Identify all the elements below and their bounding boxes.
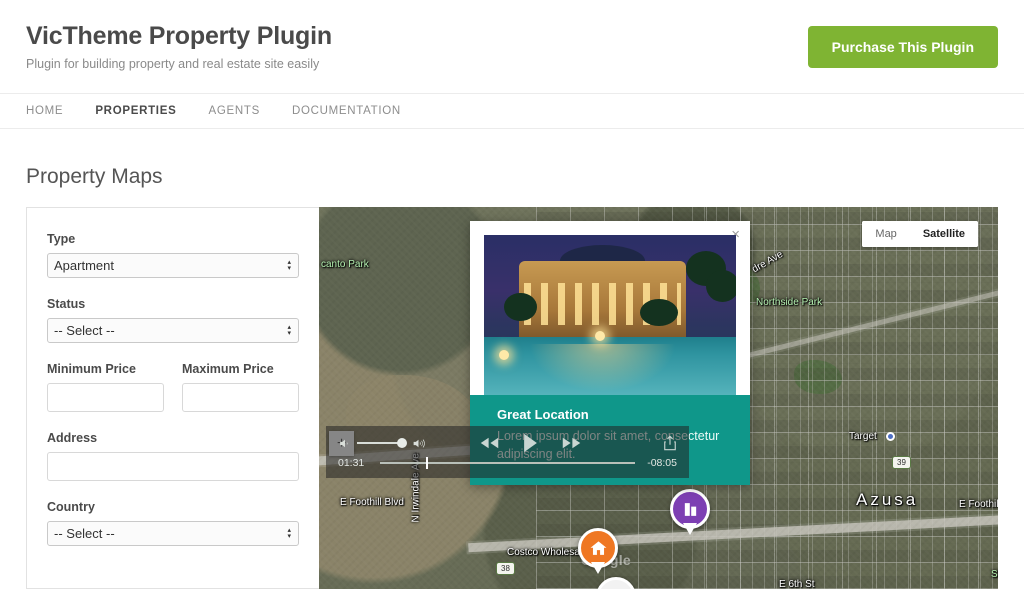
property-photo	[484, 235, 736, 395]
highway-shield-38: 38	[496, 562, 515, 575]
share-icon[interactable]	[663, 435, 677, 451]
map-type-button-satellite[interactable]: Satellite	[909, 221, 978, 247]
volume-control[interactable]	[338, 437, 427, 450]
field-group-minimum-price: Minimum Price	[47, 362, 164, 412]
rewind-icon[interactable]	[479, 436, 500, 450]
field-group-address: Address	[47, 431, 299, 481]
nav-item-properties[interactable]: PROPERTIES	[95, 105, 176, 117]
progress-slider[interactable]	[380, 457, 635, 469]
content-area: Type Apartment Status -- Select -- Mini	[0, 207, 1024, 589]
speaker-low-icon	[338, 437, 352, 450]
field-group-status: Status -- Select --	[47, 297, 299, 343]
building-icon	[670, 489, 710, 535]
map-type-control: Map Satellite	[862, 221, 978, 247]
label-type: Type	[47, 232, 76, 246]
purchase-this-plugin-button[interactable]: Purchase This Plugin	[807, 26, 998, 68]
speaker-high-icon	[410, 437, 427, 450]
main-navigation: HOME PROPERTIES AGENTS DOCUMENTATION	[0, 93, 1024, 129]
property-marker-house[interactable]	[578, 528, 618, 580]
field-group-country: Country -- Select --	[47, 500, 299, 546]
remaining-time: -08:05	[647, 457, 677, 469]
volume-slider[interactable]	[357, 438, 407, 448]
nav-item-documentation[interactable]: DOCUMENTATION	[292, 105, 401, 117]
play-icon[interactable]	[522, 433, 539, 453]
property-marker-purple[interactable]	[670, 489, 710, 541]
current-time: 01:31	[338, 457, 365, 469]
bed-icon	[596, 577, 636, 589]
property-map[interactable]: canto Park dre Ave Northside Park Target…	[319, 207, 998, 589]
popup-title: Great Location	[497, 407, 589, 422]
site-header: VicTheme Property Plugin Plugin for buil…	[0, 0, 1024, 71]
select-country[interactable]: -- Select --	[47, 521, 299, 546]
label-status: Status	[47, 297, 86, 311]
volume-slider-knob[interactable]	[397, 438, 407, 448]
section-title: Property Maps	[26, 165, 163, 188]
home-icon	[578, 528, 618, 574]
input-maximum-price[interactable]	[182, 383, 299, 412]
label-minimum-price: Minimum Price	[47, 362, 136, 376]
media-player[interactable]: 01:31 -08:05	[326, 426, 689, 478]
label-country: Country	[47, 500, 95, 514]
property-filter-panel: Type Apartment Status -- Select -- Mini	[26, 207, 319, 589]
nav-item-agents[interactable]: AGENTS	[208, 105, 260, 117]
field-group-price-range: Minimum Price Maximum Price	[47, 362, 299, 412]
input-minimum-price[interactable]	[47, 383, 164, 412]
progress-slider-knob[interactable]	[425, 457, 428, 469]
select-type[interactable]: Apartment	[47, 253, 299, 278]
field-group-type: Type Apartment	[47, 232, 299, 278]
fast-forward-icon[interactable]	[561, 436, 582, 450]
poi-dot-target	[886, 432, 895, 441]
input-address[interactable]	[47, 452, 299, 481]
field-group-maximum-price: Maximum Price	[182, 362, 299, 412]
map-type-button-map[interactable]: Map	[862, 221, 910, 247]
select-status[interactable]: -- Select --	[47, 318, 299, 343]
highway-shield-39: 39	[892, 456, 911, 469]
label-address: Address	[47, 431, 98, 445]
label-maximum-price: Maximum Price	[182, 362, 274, 376]
property-marker-white[interactable]	[596, 577, 636, 589]
nav-item-home[interactable]: HOME	[26, 105, 63, 117]
